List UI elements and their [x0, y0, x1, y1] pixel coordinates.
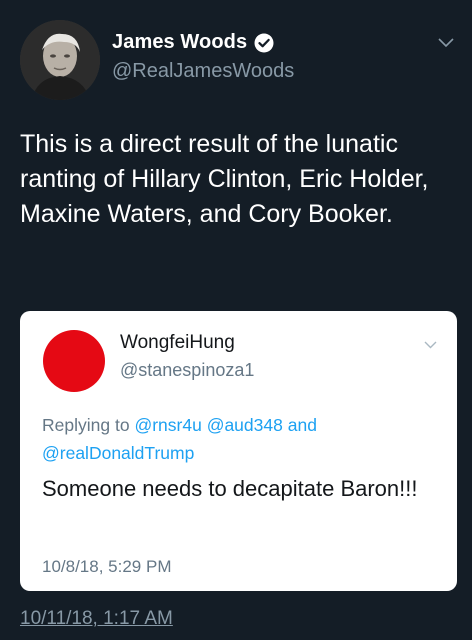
author-name-row[interactable]: James Woods	[112, 31, 274, 54]
author-handle[interactable]: @RealJamesWoods	[112, 60, 294, 83]
mention-link[interactable]: @realDonaldTrump	[42, 443, 194, 463]
quoted-author-avatar[interactable]	[43, 330, 105, 392]
quoted-tweet-text: Someone needs to decapitate Baron!!!	[42, 476, 418, 501]
mention-link[interactable]: @rnsr4u	[134, 415, 201, 435]
replying-to-label: Replying to	[42, 415, 130, 435]
author-display-name[interactable]: James Woods	[112, 31, 247, 54]
tweet-timestamp[interactable]: 10/11/18, 1:17 AM	[20, 608, 173, 630]
quoted-author-name[interactable]: WongfeiHung	[120, 332, 235, 354]
quoted-tweet-timestamp[interactable]: 10/8/18, 5:29 PM	[42, 557, 171, 577]
chevron-down-icon[interactable]	[424, 341, 437, 349]
tweet-text: This is a direct result of the lunatic r…	[20, 130, 429, 228]
replying-to: Replying to @rnsr4u @aud348 and @realDon…	[42, 411, 442, 467]
quoted-tweet[interactable]: WongfeiHung @stanespinoza1 Replying to @…	[20, 311, 457, 591]
tweet-card: James Woods @RealJamesWoods This is a di…	[0, 0, 472, 640]
quoted-author-handle[interactable]: @stanespinoza1	[120, 360, 254, 381]
verified-badge-icon	[254, 33, 274, 52]
chevron-down-icon[interactable]	[438, 38, 454, 48]
mention-conjunction: and	[287, 415, 317, 435]
author-avatar[interactable]	[20, 20, 100, 100]
avatar-photo	[20, 20, 100, 100]
mention-link[interactable]: @aud348	[207, 415, 283, 435]
